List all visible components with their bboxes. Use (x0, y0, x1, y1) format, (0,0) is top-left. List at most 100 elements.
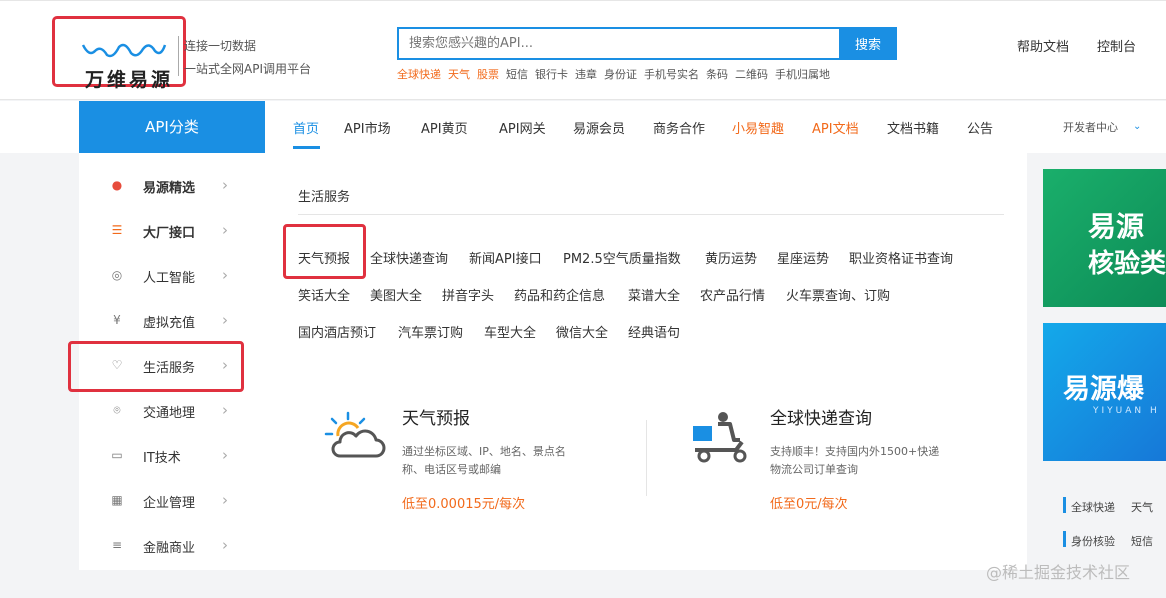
nav-item[interactable]: 首页 (293, 118, 319, 137)
right-list-marker (1063, 497, 1066, 513)
panel-api-link[interactable]: 美图大全 (370, 285, 422, 304)
hot-word-link[interactable]: 银行卡 (535, 68, 568, 81)
sidebar-item[interactable]: ⌾ 交通地理 › (79, 389, 265, 434)
logo-highlight-box[interactable]: 万维易源 (52, 16, 186, 91)
banner1-line2: 核验类 (1088, 249, 1166, 279)
verification-banner[interactable]: 易源 核验类 (1043, 169, 1166, 307)
sidebar-item[interactable]: ☰ 大厂接口 › (79, 209, 265, 254)
api-category-button[interactable]: API分类 (79, 101, 265, 153)
express-card-desc: 支持顺丰！支持国内外1500+快递物流公司订单查询 (770, 445, 940, 476)
panel-api-link[interactable]: 全球快递查询 (370, 248, 448, 267)
watermark: @稀土掘金技术社区 (986, 563, 1131, 582)
building-icon: ▦ (111, 493, 123, 507)
panel-api-link[interactable]: 新闻API接口 (469, 248, 542, 267)
panel-api-link[interactable]: 微信大全 (556, 322, 608, 341)
sidebar-item-label: 虚拟充值 (143, 316, 196, 331)
panel-api-link[interactable]: 笑话大全 (298, 285, 350, 304)
hot-word-link[interactable]: 手机归属地 (775, 68, 830, 81)
weather-card-title[interactable]: 天气预报 (402, 404, 470, 429)
right-link-weather[interactable]: 天气 (1131, 499, 1153, 515)
nav-item[interactable]: API黄页 (421, 118, 468, 137)
hot-search-words: 全球快递 天气 股票 短信 银行卡 违章 身份证 手机号实名 条码 二维码 手机归属地 (397, 66, 837, 82)
category-dropdown-panel (265, 153, 1027, 570)
slogan-line-2: 一站式全网API调用平台 (184, 62, 311, 76)
hot-word-link[interactable]: 短信 (506, 68, 528, 81)
panel-api-link[interactable]: 火车票查询、订购 (786, 285, 890, 304)
sidebar-item[interactable]: ● 易源精选 › (79, 164, 265, 209)
fire-icon: ● (111, 178, 123, 192)
chevron-right-icon: › (222, 536, 228, 554)
weather-card-price: 低至0.00015元/每次 (402, 497, 526, 512)
panel-api-link[interactable]: 职业资格证书查询 (849, 248, 953, 267)
hot-word-link[interactable]: 条码 (706, 68, 728, 81)
panel-api-link[interactable]: 经典语句 (628, 322, 680, 341)
ai-icon: ◎ (111, 268, 123, 282)
nav-item[interactable]: API网关 (499, 118, 546, 137)
panel-api-link[interactable]: 星座运势 (777, 248, 829, 267)
sidebar-item-label: 易源精选 (143, 181, 196, 196)
sidebar-item-label: 人工智能 (143, 271, 196, 286)
active-nav-underline (293, 146, 320, 149)
slogan-line-1: 连接一切数据 (184, 39, 257, 53)
right-link-express[interactable]: 全球快递 (1071, 499, 1115, 515)
banner2-line1: 易源爆 (1063, 374, 1144, 405)
coins-icon: ≡ (111, 538, 123, 552)
right-list-marker (1063, 531, 1066, 547)
developer-center-link[interactable]: 开发者中心 (1063, 119, 1118, 135)
panel-api-link[interactable]: 农产品行情 (700, 285, 765, 304)
chevron-right-icon: › (222, 311, 228, 329)
sidebar-item[interactable]: ◎ 人工智能 › (79, 254, 265, 299)
hot-word-link[interactable]: 身份证 (604, 68, 637, 81)
hot-word-link[interactable]: 全球快递 (397, 68, 441, 81)
chevron-right-icon: › (222, 491, 228, 509)
nav-item[interactable]: 小易智趣 (732, 118, 784, 137)
sidebar-item-label: IT技术 (143, 451, 181, 466)
panel-title: 生活服务 (298, 190, 351, 205)
chevron-down-icon[interactable]: ⌄ (1133, 121, 1141, 132)
yen-icon: ¥ (113, 313, 121, 327)
nav-item[interactable]: API市场 (344, 118, 391, 137)
sidebar-active-highlight (68, 341, 244, 392)
help-docs-link[interactable]: 帮助文档 (1017, 36, 1069, 55)
panel-api-link[interactable]: 国内酒店预订 (298, 322, 376, 341)
sidebar-item[interactable]: ¥ 虚拟充值 › (79, 299, 265, 344)
panel-api-link[interactable]: 汽车票订购 (398, 322, 463, 341)
location-icon: ⌾ (113, 403, 121, 417)
nav-item[interactable]: 易源会员 (573, 118, 625, 137)
panel-api-link[interactable]: 拼音字头 (442, 285, 494, 304)
search-input[interactable] (397, 27, 840, 60)
sidebar-item[interactable]: ≡ 金融商业 › (79, 524, 265, 569)
banner1-line1: 易源 (1088, 210, 1145, 243)
sidebar-item-label: 交通地理 (143, 406, 196, 421)
sidebar-item[interactable]: ▦ 企业管理 › (79, 479, 265, 524)
sidebar-item[interactable]: ▭ IT技术 › (79, 434, 265, 479)
weather-cloud-icon (324, 411, 386, 458)
sidebar-item-label: 大厂接口 (143, 226, 196, 241)
hot-word-link[interactable]: 手机号实名 (644, 68, 699, 81)
promo-banner[interactable]: 易源爆 YIYUAN H (1043, 323, 1166, 461)
hot-word-link[interactable]: 二维码 (735, 68, 768, 81)
search-button[interactable]: 搜索 (839, 27, 897, 60)
panel-divider (298, 214, 1004, 215)
panel-api-link[interactable]: PM2.5空气质量指数 (563, 248, 681, 267)
hot-word-link[interactable]: 股票 (477, 68, 499, 81)
chevron-right-icon: › (222, 446, 228, 464)
right-link-sms[interactable]: 短信 (1131, 533, 1153, 549)
monitor-icon: ▭ (111, 448, 123, 462)
panel-api-link[interactable]: 药品和药企信息 (514, 285, 605, 304)
nav-item[interactable]: 文档书籍 (887, 118, 939, 137)
delivery-scooter-icon (693, 412, 747, 463)
logo-divider (178, 36, 179, 76)
nav-item[interactable]: 公告 (967, 118, 993, 137)
console-link[interactable]: 控制台 (1097, 36, 1136, 55)
nav-item[interactable]: 商务合作 (653, 118, 705, 137)
hot-word-link[interactable]: 违章 (575, 68, 597, 81)
hot-word-link[interactable]: 天气 (448, 68, 470, 81)
panel-api-link[interactable]: 车型大全 (484, 322, 536, 341)
nav-item[interactable]: API文档 (812, 118, 859, 137)
express-card-title[interactable]: 全球快递查询 (770, 404, 872, 429)
panel-api-link[interactable]: 菜谱大全 (628, 285, 680, 304)
panel-api-link[interactable]: 黄历运势 (705, 248, 757, 267)
right-link-id-verify[interactable]: 身份核验 (1071, 533, 1115, 549)
weather-link-highlight (283, 224, 366, 279)
